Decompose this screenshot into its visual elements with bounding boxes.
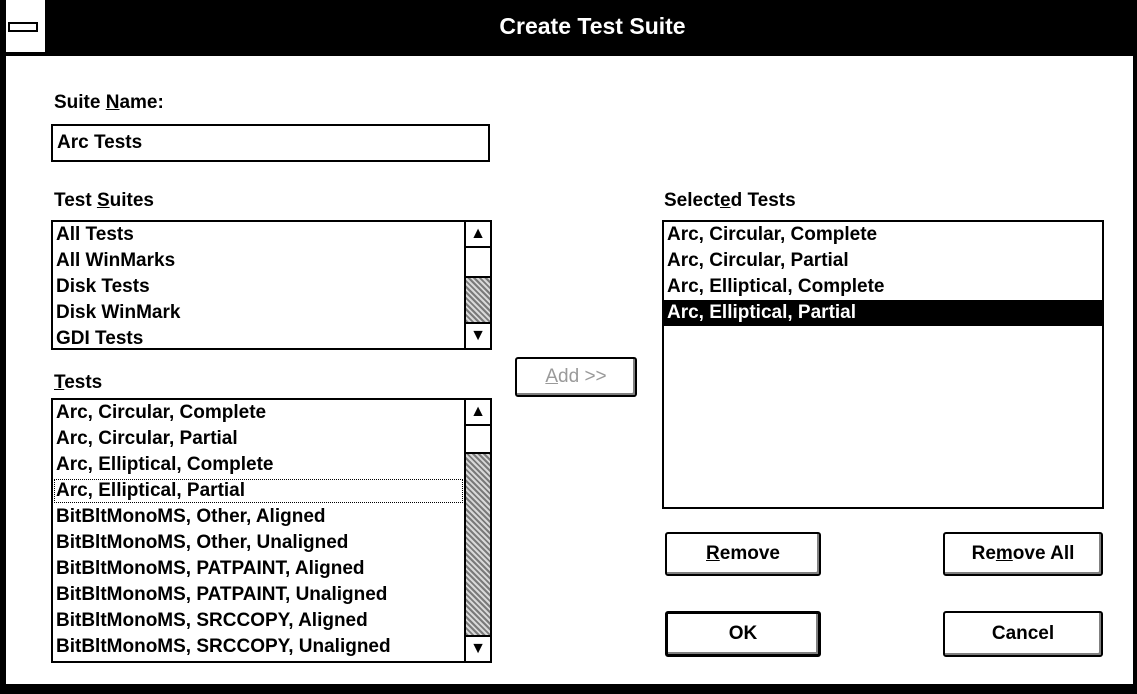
list-item[interactable]: Arc, Elliptical, Complete (53, 452, 464, 478)
list-item[interactable]: BitBltMonoMS, PATPAINT, Aligned (53, 556, 464, 582)
suite-name-label: Suite Name: (54, 92, 164, 113)
window-title: Create Test Suite (499, 13, 686, 39)
list-item[interactable]: Arc, Elliptical, Complete (664, 274, 1102, 300)
window-border-left (0, 0, 6, 690)
scroll-up-arrow-icon[interactable]: ▲ (466, 400, 490, 426)
selected-tests-listbox[interactable]: Arc, Circular, Complete Arc, Circular, Pa… (662, 220, 1104, 509)
list-item[interactable]: BitBltMonoMS, SRCCOPY, Aligned (53, 608, 464, 634)
list-item[interactable]: All Tests (53, 222, 464, 248)
scroll-thumb[interactable] (466, 246, 490, 278)
scroll-up-arrow-icon[interactable]: ▲ (466, 222, 490, 248)
scroll-thumb[interactable] (466, 424, 490, 454)
system-menu-button[interactable] (0, 0, 48, 52)
selected-tests-items: Arc, Circular, Complete Arc, Circular, Pa… (664, 222, 1102, 326)
scroll-down-arrow-icon[interactable]: ▼ (466, 635, 490, 661)
suite-name-input[interactable]: Arc Tests (51, 124, 490, 162)
scroll-track[interactable] (466, 424, 490, 635)
list-item[interactable]: Arc, Circular, Partial (53, 426, 464, 452)
cancel-button[interactable]: Cancel (943, 611, 1103, 657)
list-item[interactable]: BitBltMonoMS, Other, Aligned (53, 504, 464, 530)
list-item[interactable]: Arc, Elliptical, Partial (664, 300, 1102, 326)
window-border-right (1133, 0, 1137, 694)
tests-items: Arc, Circular, Complete Arc, Circular, Pa… (53, 400, 464, 660)
list-item[interactable]: Disk WinMark (53, 300, 464, 326)
create-test-suite-dialog: Create Test Suite Suite Name: Arc Tests … (0, 0, 1137, 694)
list-item[interactable]: GDI Tests (53, 326, 464, 348)
tests-scrollbar[interactable]: ▲ ▼ (464, 400, 490, 661)
ok-button[interactable]: OK (665, 611, 821, 657)
remove-all-button[interactable]: Remove All (943, 532, 1103, 576)
list-item[interactable]: Arc, Circular, Complete (664, 222, 1102, 248)
list-item[interactable]: BitBltMonoMS, SRCCOPY, Unaligned (53, 634, 464, 660)
selected-tests-label: Selected Tests (664, 190, 796, 211)
remove-button[interactable]: Remove (665, 532, 821, 576)
tests-label: Tests (54, 372, 103, 393)
system-menu-icon (8, 22, 38, 32)
test-suites-listbox[interactable]: All Tests All WinMarks Disk Tests Disk WinM… (51, 220, 492, 350)
add-button[interactable]: Add >> (515, 357, 637, 397)
scroll-down-arrow-icon[interactable]: ▼ (466, 322, 490, 348)
list-item[interactable]: BitBltMonoMS, PATPAINT, Unaligned (53, 582, 464, 608)
list-item[interactable]: Arc, Elliptical, Partial (53, 478, 464, 504)
title-bar[interactable]: Create Test Suite (0, 0, 1137, 56)
tests-listbox[interactable]: Arc, Circular, Complete Arc, Circular, Pa… (51, 398, 492, 663)
window-border-bottom (0, 684, 1137, 694)
scroll-track[interactable] (466, 246, 490, 322)
list-item[interactable]: Disk Tests (53, 274, 464, 300)
list-item[interactable]: All WinMarks (53, 248, 464, 274)
list-item[interactable]: Arc, Circular, Partial (664, 248, 1102, 274)
suite-name-value: Arc Tests (57, 132, 143, 153)
test-suites-scrollbar[interactable]: ▲ ▼ (464, 222, 490, 348)
list-item[interactable]: Arc, Circular, Complete (53, 400, 464, 426)
test-suites-label: Test Suites (54, 190, 154, 211)
test-suites-items: All Tests All WinMarks Disk Tests Disk WinM… (53, 222, 464, 348)
list-item[interactable]: BitBltMonoMS, Other, Unaligned (53, 530, 464, 556)
